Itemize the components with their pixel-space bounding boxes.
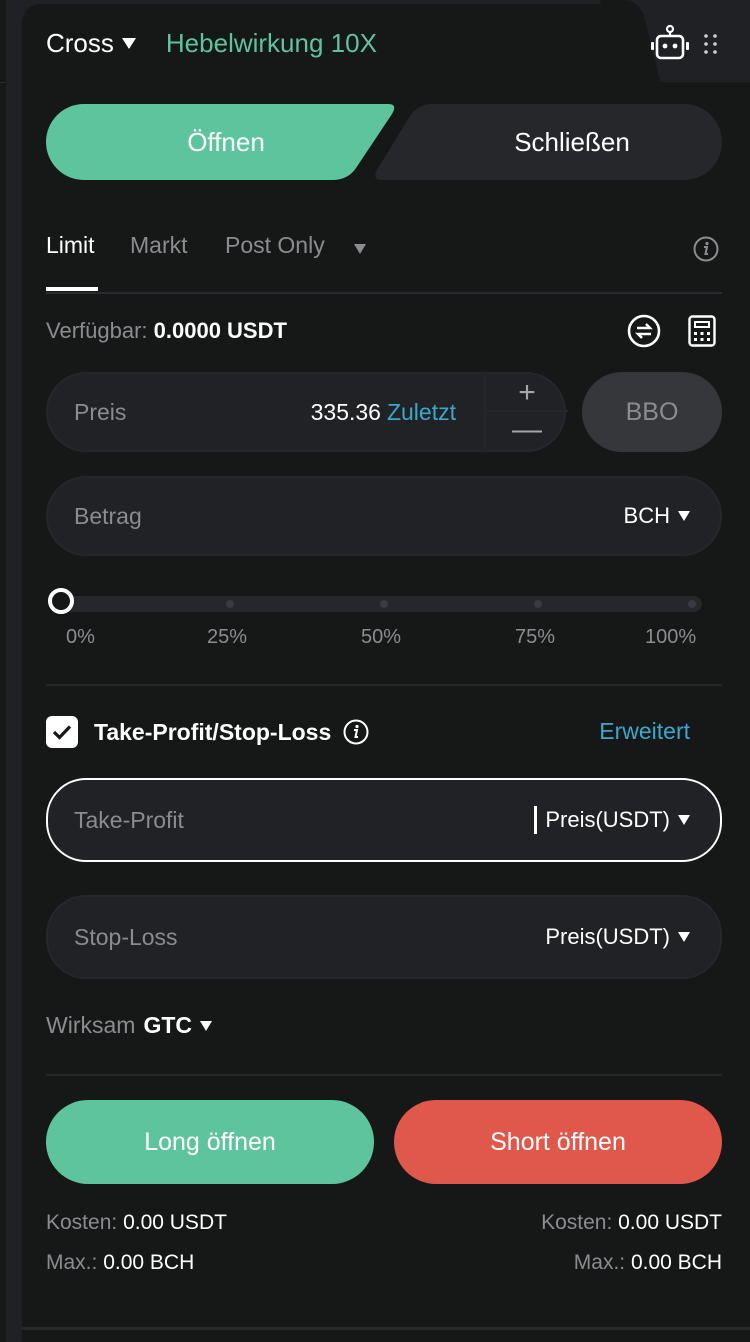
max-label: Max.: [46, 1251, 98, 1274]
tpsl-checkbox[interactable] [46, 716, 78, 748]
short-max: Max.: 0.00 BCH [574, 1251, 722, 1275]
tab-market[interactable]: Markt [130, 232, 188, 259]
take-profit-unit-dropdown[interactable]: Preis(USDT) [534, 780, 690, 860]
max-value: 0.00 BCH [630, 1251, 722, 1274]
tpsl-toggle: Take-Profit/Stop-Loss [46, 716, 369, 748]
long-cost: Kosten: 0.00 USDT [46, 1211, 227, 1235]
tab-open[interactable]: Öffnen [46, 104, 406, 180]
caret-down-icon [121, 38, 136, 49]
slider-label: 75% [515, 626, 556, 648]
checkmark-icon [52, 725, 72, 740]
available-value: 0.0000 USDT [153, 318, 287, 343]
caret-down-icon [678, 815, 690, 825]
take-profit-input[interactable]: Take-Profit Preis(USDT) [46, 778, 722, 862]
amount-placeholder: Betrag [74, 503, 142, 529]
advanced-link[interactable]: Erweitert [599, 718, 690, 745]
price-stepper: + — [484, 374, 568, 450]
open-short-button[interactable]: Short öffnen [394, 1100, 722, 1184]
margin-mode-dropdown[interactable]: Cross [46, 28, 136, 59]
tab-limit[interactable]: Limit [46, 232, 95, 259]
cost-value: 0.00 USDT [618, 1211, 722, 1234]
robot-icon[interactable] [650, 24, 690, 64]
slider-step-50[interactable] [380, 600, 388, 608]
tab-post-only[interactable]: Post Only [225, 232, 325, 259]
long-max: Max.: 0.00 BCH [46, 1251, 194, 1275]
time-in-force-dropdown[interactable]: GTC [143, 1012, 192, 1039]
margin-mode-label: Cross [46, 28, 114, 58]
drag-handle-icon[interactable] [703, 33, 719, 55]
cost-value: 0.00 USDT [123, 1211, 227, 1234]
stop-loss-placeholder: Stop-Loss [74, 924, 178, 950]
cost-label: Kosten: [541, 1211, 613, 1234]
bbo-button[interactable]: BBO [582, 372, 722, 452]
slider-step-25[interactable] [226, 600, 234, 608]
short-cost: Kosten: 0.00 USDT [541, 1211, 722, 1235]
slider-step-75[interactable] [534, 600, 542, 608]
cost-label: Kosten: [46, 1211, 118, 1234]
stop-loss-unit: Preis(USDT) [545, 924, 670, 949]
slider-label: 50% [361, 626, 402, 648]
decrement-button[interactable]: — [486, 412, 568, 450]
amount-input[interactable]: Betrag BCH [46, 476, 722, 556]
text-cursor [534, 806, 538, 834]
last-price-button[interactable]: Zuletzt [387, 399, 456, 425]
stop-loss-unit-dropdown[interactable]: Preis(USDT) [545, 897, 690, 977]
open-close-toggle: Öffnen Schließen [46, 104, 722, 180]
divider [46, 1074, 722, 1076]
caret-down-icon[interactable] [354, 244, 366, 254]
time-in-force-label: Wirksam [46, 1012, 136, 1038]
available-balance: Verfügbar: 0.0000 USDT [46, 318, 287, 344]
price-value[interactable]: 335.36 [311, 399, 381, 425]
slider-labels: 0% 25% 50% 75% 100% [46, 626, 722, 650]
slider-label: 0% [66, 626, 95, 648]
panel-header: Cross Hebelwirkung 10X [46, 28, 377, 59]
calculator-icon[interactable] [688, 315, 716, 347]
amount-unit-dropdown[interactable]: BCH [624, 478, 690, 554]
open-long-button[interactable]: Long öffnen [46, 1100, 374, 1184]
info-icon[interactable] [693, 236, 719, 262]
slider-label: 25% [207, 626, 248, 648]
tab-close[interactable]: Schließen [422, 104, 722, 180]
slider-handle[interactable] [48, 588, 74, 614]
price-label: Preis [74, 399, 127, 425]
divider [22, 1327, 750, 1330]
order-type-tabs: Limit Markt Post Only [46, 232, 722, 294]
max-value: 0.00 BCH [103, 1251, 195, 1274]
caret-down-icon [678, 511, 690, 521]
info-icon[interactable] [343, 719, 369, 745]
adjacent-panel-edge [0, 0, 6, 1342]
active-tab-indicator [46, 287, 98, 291]
max-label: Max.: [573, 1251, 626, 1274]
price-input[interactable]: Preis 335.36 Zuletzt + — [46, 372, 568, 452]
time-in-force: Wirksam GTC [46, 1012, 212, 1039]
increment-button[interactable]: + [486, 374, 568, 412]
divider [46, 684, 722, 686]
leverage-button[interactable]: Hebelwirkung 10X [166, 28, 377, 59]
caret-down-icon [678, 932, 690, 942]
transfer-icon[interactable] [627, 314, 661, 348]
slider-step-100[interactable] [688, 600, 696, 608]
available-label: Verfügbar: [46, 318, 148, 343]
slider-label: 100% [645, 626, 697, 648]
caret-down-icon[interactable] [200, 1020, 212, 1031]
stop-loss-input[interactable]: Stop-Loss Preis(USDT) [46, 895, 722, 979]
take-profit-placeholder: Take-Profit [74, 807, 184, 833]
amount-unit: BCH [623, 503, 670, 528]
take-profit-unit: Preis(USDT) [545, 807, 670, 832]
tpsl-label: Take-Profit/Stop-Loss [94, 718, 332, 745]
amount-slider[interactable] [48, 588, 702, 614]
